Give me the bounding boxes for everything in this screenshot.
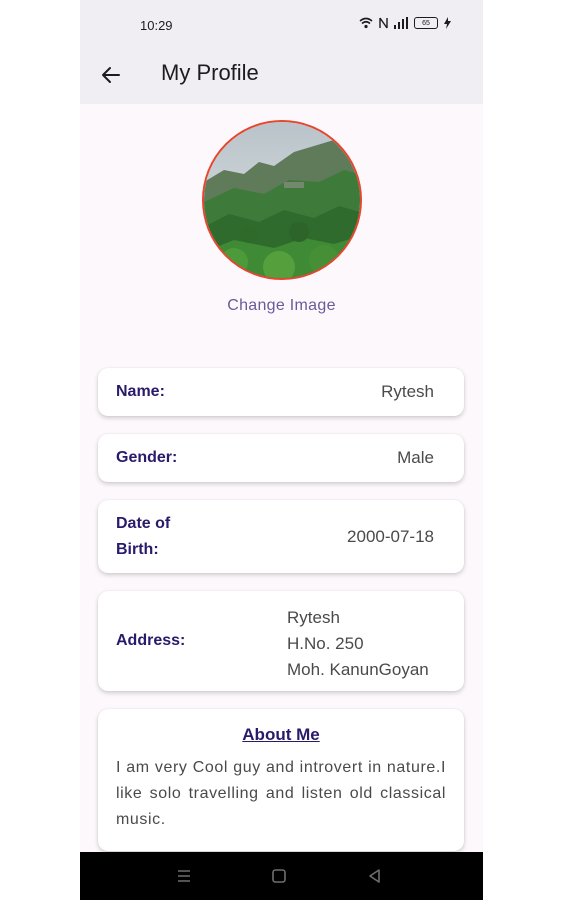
system-nav-bar [80, 852, 483, 900]
address-line: Rytesh [287, 608, 340, 627]
status-time: 10:29 [140, 18, 173, 33]
name-value: Rytesh [381, 382, 434, 401]
status-icons: 65 [359, 17, 451, 29]
address-value: Rytesh H.No. 250 Moh. KanunGoyan [287, 605, 429, 683]
name-label: Name: [116, 383, 165, 400]
gender-value: Male [397, 448, 434, 467]
gender-card: Gender: Male [98, 434, 464, 482]
charging-icon [444, 17, 451, 29]
address-line: Moh. KanunGoyan [287, 660, 429, 679]
dob-label-line1: Date of [116, 515, 171, 532]
address-label: Address: [116, 632, 186, 649]
dob-card: Date of Birth: 2000-07-18 [98, 500, 464, 573]
address-line: H.No. 250 [287, 634, 364, 653]
profile-avatar[interactable] [202, 120, 362, 280]
gender-label: Gender: [116, 449, 178, 466]
address-card: Address: Rytesh H.No. 250 Moh. KanunGoya… [98, 591, 464, 691]
phone-screen: 10:29 65 My Profile Change Image Name: R… [80, 0, 483, 900]
back-triangle-icon[interactable] [365, 866, 385, 886]
about-title: About Me [242, 725, 320, 744]
menu-icon[interactable] [174, 866, 194, 886]
name-card: Name: Rytesh [98, 368, 464, 416]
dob-value: 2000-07-18 [347, 527, 434, 546]
landscape-image [204, 122, 360, 278]
about-text: I am very Cool guy and introvert in natu… [116, 759, 446, 828]
dob-label-line2: Birth: [116, 541, 159, 558]
page-title: My Profile [161, 60, 259, 85]
about-card: About Me I am very Cool guy and introver… [98, 709, 464, 851]
arrow-left-icon[interactable] [98, 62, 124, 88]
app-bar: My Profile [80, 46, 483, 104]
home-square-icon[interactable] [269, 866, 289, 886]
signal-icon [394, 17, 408, 29]
nfc-icon [379, 17, 388, 29]
change-image-link[interactable]: Change Image [80, 297, 483, 315]
wifi-icon [359, 17, 373, 29]
battery-icon: 65 [414, 17, 438, 29]
status-bar: 10:29 65 [80, 0, 483, 46]
